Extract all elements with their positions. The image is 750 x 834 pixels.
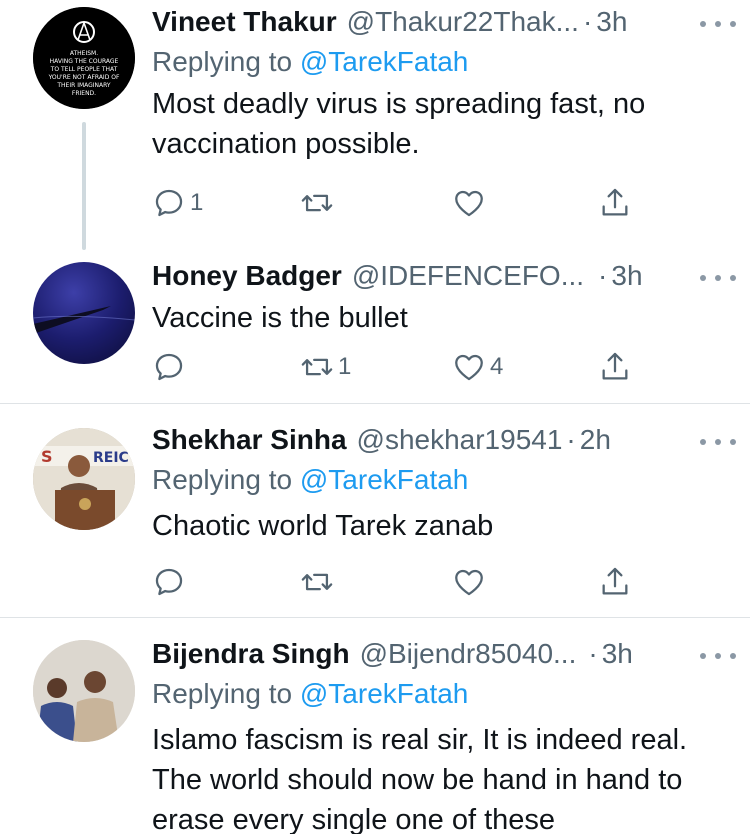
heart-icon <box>452 565 486 599</box>
timestamp[interactable]: 2h <box>580 422 611 458</box>
retweet-icon <box>300 186 334 220</box>
tweet-text: Islamo fascism is real sir, It is indeed… <box>152 724 688 834</box>
mention-link[interactable]: @TarekFatah <box>300 678 469 709</box>
share-upload-icon <box>598 565 632 599</box>
display-name[interactable]: Vineet Thakur <box>152 4 337 40</box>
user-handle[interactable]: @shekhar19541 <box>357 422 563 458</box>
separator-dot: · <box>566 424 576 455</box>
like-button[interactable] <box>452 562 486 602</box>
timestamp[interactable]: 3h <box>611 258 642 294</box>
replying-to-label: Replying to <box>152 464 300 495</box>
tweet-header: Shekhar Sinha @shekhar19541 · 2h <box>152 422 730 458</box>
more-options-icon[interactable] <box>700 646 736 666</box>
svg-text:FRIEND.: FRIEND. <box>72 90 96 97</box>
mention-link[interactable]: @TarekFatah <box>300 464 469 495</box>
tweet-header: Vineet Thakur @Thakur22Thak... · 3h <box>152 4 730 40</box>
retweet-icon <box>300 350 334 384</box>
reply-bubble-icon <box>152 186 186 220</box>
heart-icon <box>452 186 486 220</box>
avatar-honey-badger[interactable] <box>33 262 135 364</box>
tweet-content: Vineet Thakur @Thakur22Thak... · 3h Repl… <box>152 4 730 164</box>
like-button[interactable] <box>452 183 486 223</box>
timestamp[interactable]: 3h <box>602 636 633 672</box>
share-upload-icon <box>598 350 632 384</box>
retweet-count: 1 <box>338 353 352 380</box>
reply-button[interactable]: 1 <box>152 183 203 223</box>
tweet-text: Vaccine is the bullet <box>152 302 408 334</box>
svg-text:YOU'RE NOT AFRAID OF: YOU'RE NOT AFRAID OF <box>48 74 120 81</box>
thread-connector-line <box>82 122 86 250</box>
share-button[interactable] <box>598 183 632 223</box>
reply-bubble-icon <box>152 565 186 599</box>
tweet-3[interactable]: S REIC Shekhar Sinha @shekhar19541 · 2h … <box>0 404 750 616</box>
two-people-photo-image <box>33 640 135 742</box>
tweet-actions: 1 4 <box>152 347 642 387</box>
replying-to: Replying to @TarekFatah <box>152 676 730 712</box>
tweet-2[interactable]: Honey Badger @IDEFENCEFO... · 3h Vaccine… <box>0 250 750 403</box>
svg-text:THEIR IMAGINARY: THEIR IMAGINARY <box>56 82 111 89</box>
svg-text:ATHEISM.: ATHEISM. <box>70 50 98 57</box>
tweet-actions <box>152 562 642 602</box>
like-button[interactable]: 4 <box>452 347 503 387</box>
user-handle[interactable]: @IDEFENCEFO... <box>352 258 584 294</box>
more-options-icon[interactable] <box>700 268 736 288</box>
airplane-wing-image <box>33 306 135 334</box>
more-options-icon[interactable] <box>700 432 736 452</box>
reply-button[interactable] <box>152 347 186 387</box>
tweet-actions: 1 <box>152 183 642 223</box>
share-button[interactable] <box>598 562 632 602</box>
reply-count: 1 <box>190 189 204 216</box>
share-upload-icon <box>598 186 632 220</box>
display-name[interactable]: Shekhar Sinha <box>152 422 347 458</box>
tweet-1[interactable]: ATHEISM. HAVING THE COURAGE TO TELL PEOP… <box>0 0 750 250</box>
tweet-text: Chaotic world Tarek zanab <box>152 510 494 542</box>
user-handle[interactable]: @Thakur22Thak... <box>347 4 579 40</box>
retweet-button[interactable] <box>300 183 334 223</box>
avatar-vineet-thakur[interactable]: ATHEISM. HAVING THE COURAGE TO TELL PEOP… <box>33 7 135 109</box>
tweet-header: Honey Badger @IDEFENCEFO... · 3h <box>152 258 730 294</box>
avatar-bijendra-singh[interactable] <box>33 640 135 742</box>
separator-dot: · <box>598 260 608 291</box>
heart-icon <box>452 350 486 384</box>
more-options-icon[interactable] <box>700 14 736 34</box>
display-name[interactable]: Honey Badger <box>152 258 342 294</box>
atheism-avatar-image: ATHEISM. HAVING THE COURAGE TO TELL PEOP… <box>33 7 135 109</box>
replying-to-label: Replying to <box>152 46 300 77</box>
mention-link[interactable]: @TarekFatah <box>300 46 469 77</box>
like-count: 4 <box>490 353 504 380</box>
retweet-button[interactable]: 1 <box>300 347 351 387</box>
replying-to-label: Replying to <box>152 678 300 709</box>
reply-bubble-icon <box>152 350 186 384</box>
replying-to: Replying to @TarekFatah <box>152 462 730 498</box>
share-button[interactable] <box>598 347 632 387</box>
tweet-content: Shekhar Sinha @shekhar19541 · 2h Replyin… <box>152 422 730 546</box>
replying-to: Replying to @TarekFatah <box>152 44 730 80</box>
reply-button[interactable] <box>152 562 186 602</box>
svg-text:REIC: REIC <box>93 450 129 466</box>
user-handle[interactable]: @Bijendr85040... <box>360 636 577 672</box>
retweet-icon <box>300 565 334 599</box>
timestamp[interactable]: 3h <box>596 4 627 40</box>
speaker-at-podium-image: S REIC <box>33 428 135 530</box>
separator-dot: · <box>588 638 598 669</box>
svg-text:HAVING THE COURAGE: HAVING THE COURAGE <box>50 58 119 65</box>
tweet-content: Bijendra Singh @Bijendr85040... · 3h Rep… <box>152 636 730 834</box>
display-name[interactable]: Bijendra Singh <box>152 636 350 672</box>
svg-text:S: S <box>41 447 53 466</box>
tweet-header: Bijendra Singh @Bijendr85040... · 3h <box>152 636 730 672</box>
svg-text:TO TELL PEOPLE THAT: TO TELL PEOPLE THAT <box>50 66 118 73</box>
tweet-4[interactable]: Bijendra Singh @Bijendr85040... · 3h Rep… <box>0 618 750 834</box>
separator-dot: · <box>582 6 593 37</box>
avatar-shekhar-sinha[interactable]: S REIC <box>33 428 135 530</box>
tweet-content: Honey Badger @IDEFENCEFO... · 3h Vaccine… <box>152 258 730 338</box>
retweet-button[interactable] <box>300 562 334 602</box>
tweet-text: Most deadly virus is spreading fast, no … <box>152 88 646 160</box>
